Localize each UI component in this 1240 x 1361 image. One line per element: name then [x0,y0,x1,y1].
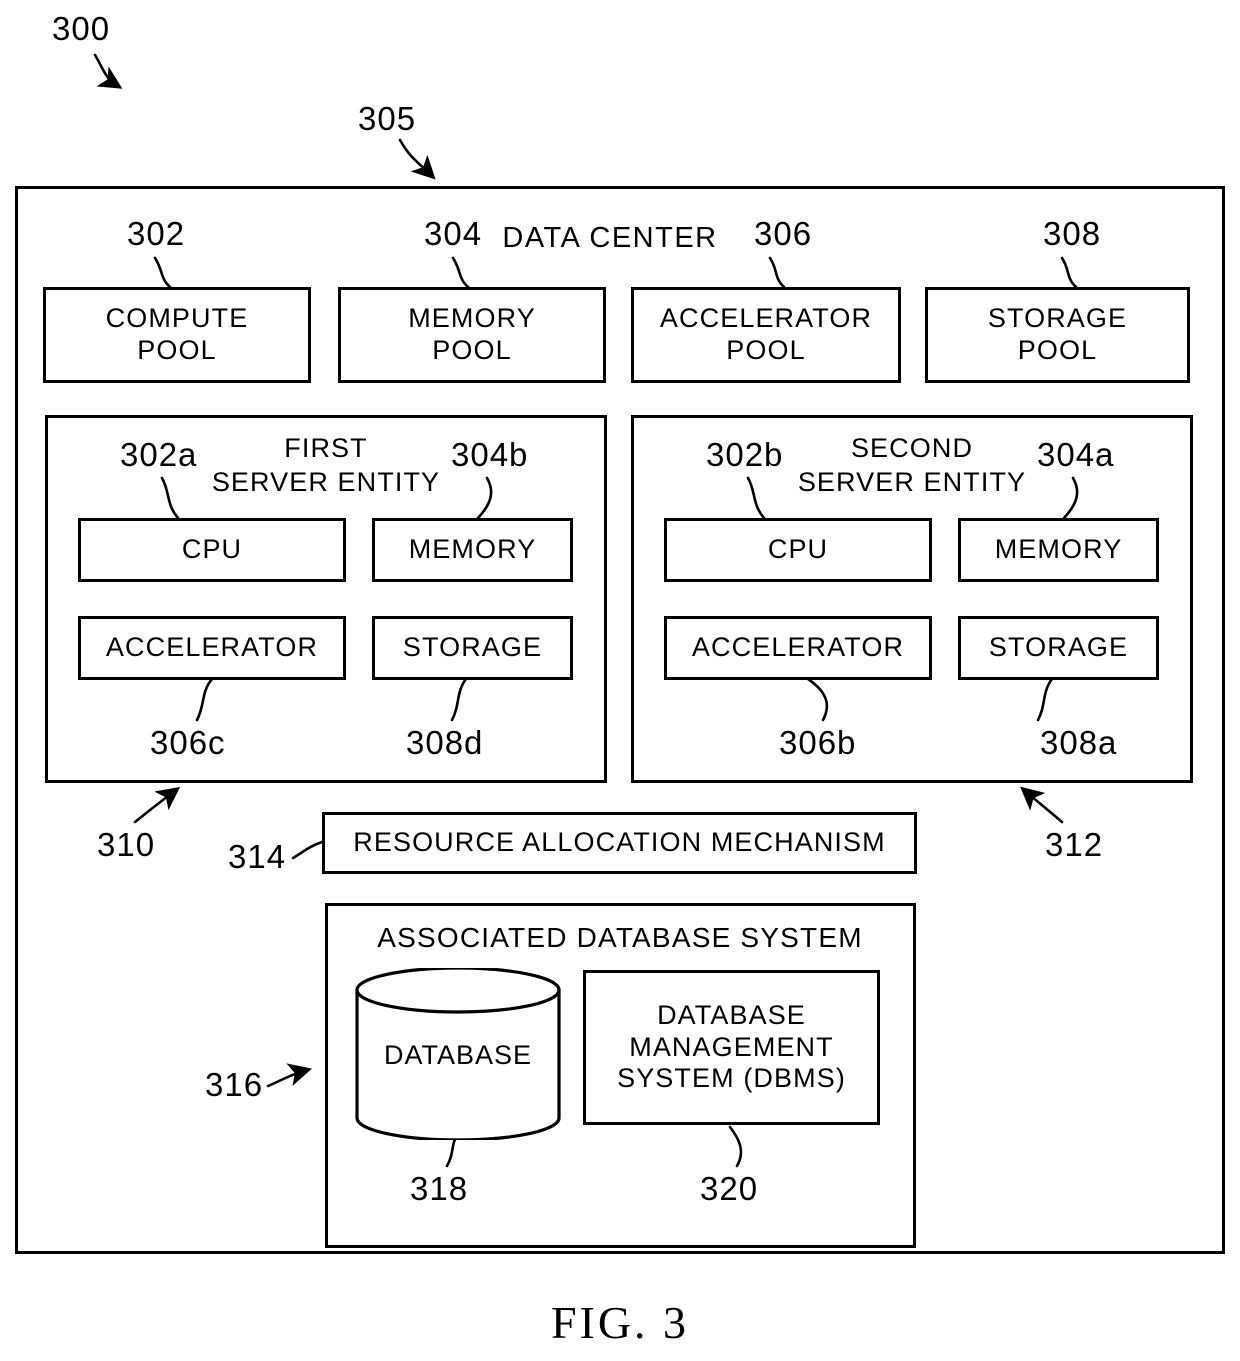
ref-numeral-320: 320 [700,1170,759,1207]
second-entity-cpu-label: CPU [767,534,829,565]
patent-figure-page: 300 305 DATA CENTER 302 COMPUTE POOL 304… [0,0,1240,1361]
storage-pool-label: STORAGE POOL [987,303,1128,365]
dbms-label: DATABASE MANAGEMENT SYSTEM (DBMS) [617,999,846,1094]
second-entity-memory-label: MEMORY [994,534,1123,565]
ref-numeral-316: 316 [205,1066,264,1103]
resource-allocation-mechanism-label: RESOURCE ALLOCATION MECHANISM [353,827,886,858]
ref-numeral-302a: 302a [120,436,198,473]
ref-numeral-308: 308 [1043,215,1102,252]
ref-numeral-308a: 308a [1040,724,1118,761]
second-server-entity-title: SECOND SERVER ENTITY [797,433,1027,497]
figure-caption: FIG. 3 [550,1297,690,1348]
second-entity-cpu-box[interactable]: CPU [664,518,932,582]
ref-numeral-302: 302 [127,215,186,252]
second-entity-storage-box[interactable]: STORAGE [958,616,1159,680]
compute-pool-box[interactable]: COMPUTE POOL [43,287,311,383]
ref-numeral-304b: 304b [451,436,529,473]
first-entity-accelerator-label: ACCELERATOR [105,632,319,663]
ref-numeral-308d: 308d [406,724,484,761]
second-entity-accelerator-box[interactable]: ACCELERATOR [664,616,932,680]
first-entity-memory-label: MEMORY [408,534,537,565]
first-entity-accelerator-box[interactable]: ACCELERATOR [78,616,346,680]
ref-numeral-300: 300 [52,10,111,47]
ref-numeral-304: 304 [424,215,483,252]
data-center-title: DATA CENTER [502,222,718,254]
memory-pool-box[interactable]: MEMORY POOL [338,287,606,383]
first-entity-cpu-label: CPU [181,534,243,565]
memory-pool-label: MEMORY POOL [408,303,536,365]
first-entity-storage-box[interactable]: STORAGE [372,616,573,680]
first-entity-cpu-box[interactable]: CPU [78,518,346,582]
ref-numeral-306c: 306c [150,724,226,761]
database-cylinder[interactable]: DATABASE [352,966,564,1142]
ref-numeral-314: 314 [228,838,287,875]
accelerator-pool-label: ACCELERATOR POOL [659,303,873,365]
ref-numeral-318: 318 [410,1170,469,1207]
compute-pool-label: COMPUTE POOL [105,303,249,365]
second-entity-accelerator-label: ACCELERATOR [691,632,905,663]
accelerator-pool-box[interactable]: ACCELERATOR POOL [631,287,901,383]
ref-numeral-310: 310 [97,826,156,863]
second-entity-storage-label: STORAGE [988,632,1129,663]
database-cylinder-label: DATABASE [383,1040,533,1070]
ref-numeral-302b: 302b [706,436,784,473]
ref-numeral-306b: 306b [779,724,857,761]
dbms-box[interactable]: DATABASE MANAGEMENT SYSTEM (DBMS) [583,970,880,1125]
ref-numeral-306: 306 [754,215,813,252]
resource-allocation-mechanism-box[interactable]: RESOURCE ALLOCATION MECHANISM [322,812,917,874]
first-entity-memory-box[interactable]: MEMORY [372,518,573,582]
first-server-entity-title: FIRST SERVER ENTITY [211,433,441,497]
ref-numeral-312: 312 [1045,826,1104,863]
associated-database-system-title: ASSOCIATED DATABASE SYSTEM [377,922,863,953]
storage-pool-box[interactable]: STORAGE POOL [925,287,1190,383]
ref-numeral-304a: 304a [1037,436,1115,473]
ref-numeral-305: 305 [358,100,417,137]
second-entity-memory-box[interactable]: MEMORY [958,518,1159,582]
first-entity-storage-label: STORAGE [402,632,543,663]
